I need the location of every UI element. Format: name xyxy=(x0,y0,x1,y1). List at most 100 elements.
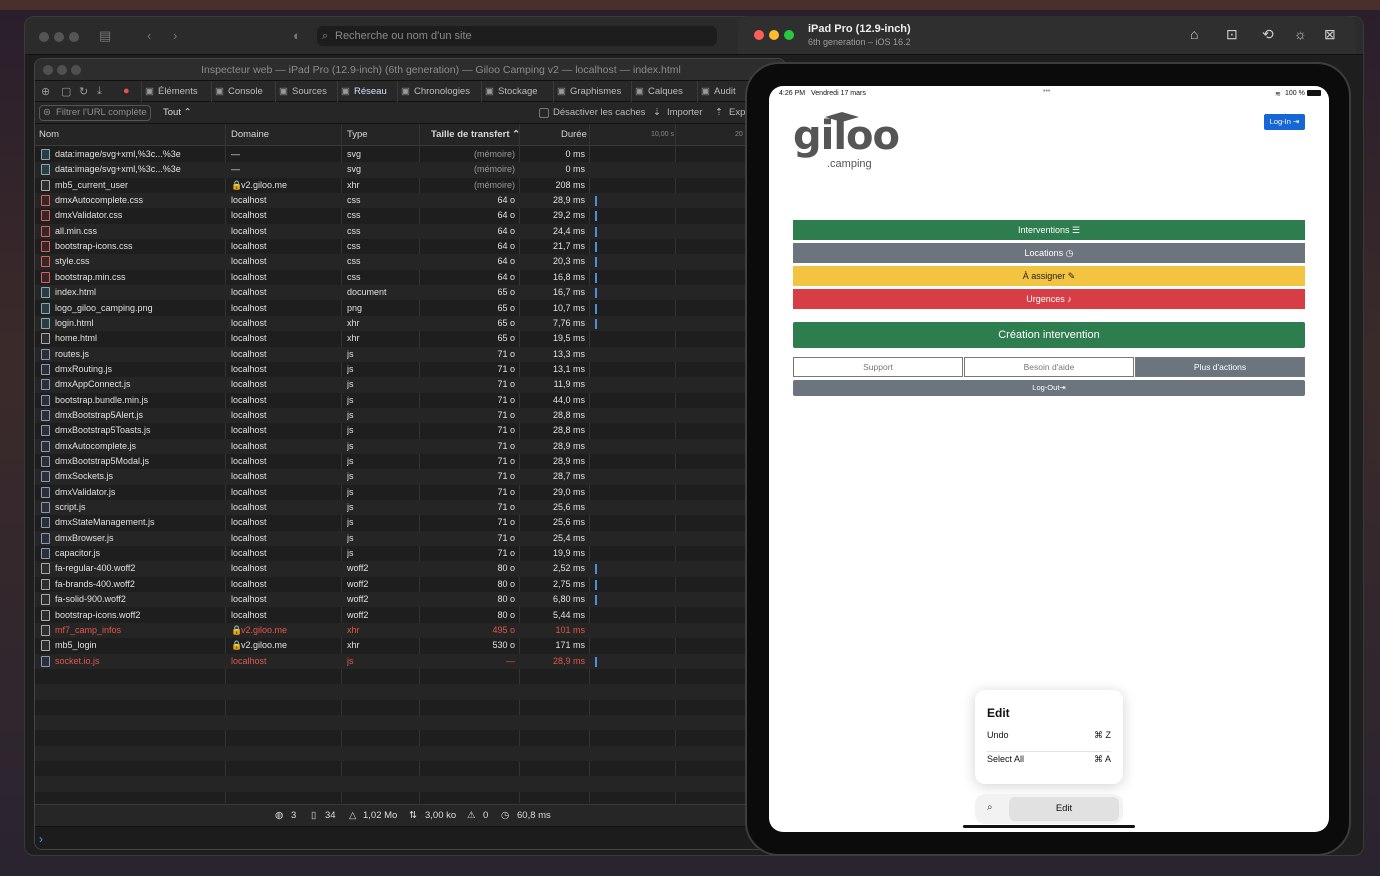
table-row[interactable]: dmxAutocomplete.css localhost css 64 o 28,9 … xyxy=(35,193,785,209)
table-row[interactable]: capacitor.js localhost js 71 o 19,9 ms xyxy=(35,546,785,561)
table-row[interactable]: data:image/svg+xml,%3c...%3e — svg (mémoire… xyxy=(35,162,785,178)
table-row[interactable]: dmxBootstrap5Alert.js localhost js 71 o 28,8… xyxy=(35,407,785,424)
forward-icon[interactable]: › xyxy=(173,28,177,43)
zoom-dot[interactable] xyxy=(69,32,79,42)
error-icon[interactable]: ● xyxy=(123,85,130,97)
import-button[interactable]: Importer xyxy=(667,105,702,121)
help-button[interactable]: Besoin d'aide xyxy=(964,357,1134,377)
tab-audit[interactable]: ▣ Audit xyxy=(697,81,736,102)
export-button[interactable]: Exp xyxy=(729,105,745,121)
select-all-menu-item[interactable]: Select All ⌘ A xyxy=(987,748,1111,770)
tab-sources[interactable]: ▣ Sources xyxy=(275,81,327,102)
login-button[interactable]: Log-In ⇥ xyxy=(1264,114,1305,130)
file-icon xyxy=(41,440,50,452)
close-dot[interactable] xyxy=(43,65,53,75)
target-icon[interactable]: ⊕ xyxy=(41,85,50,98)
close-icon[interactable]: ⊠ xyxy=(1324,26,1336,43)
col-duration[interactable]: Durée xyxy=(557,124,587,146)
home-indicator[interactable] xyxy=(963,825,1135,828)
table-row[interactable]: bootstrap.bundle.min.js localhost js 71 o 44… xyxy=(35,393,785,408)
table-row[interactable]: bootstrap-icons.woff2 localhost woff2 80 o 5… xyxy=(35,608,785,623)
waterfall-bar xyxy=(595,211,597,222)
graphics-icon: ▣ xyxy=(557,86,566,97)
back-icon[interactable]: ‹ xyxy=(147,28,151,43)
table-row[interactable]: bootstrap-icons.css localhost css 64 o 21,7 … xyxy=(35,239,785,254)
close-dot[interactable] xyxy=(39,32,49,42)
export-icon[interactable]: ⇡ xyxy=(715,105,723,121)
more-actions-button[interactable]: Plus d'actions xyxy=(1135,357,1305,377)
table-row[interactable]: script.js localhost js 71 o 25,6 ms xyxy=(35,500,785,516)
table-row[interactable]: mb5_login 🔒 v2.giloo.me xhr 530 o 171 ms xyxy=(35,638,785,653)
table-row[interactable]: dmxSockets.js localhost js 71 o 28,7 ms xyxy=(35,469,785,485)
reload-icon[interactable]: ↻ xyxy=(79,85,88,98)
zoom-dot[interactable] xyxy=(71,65,81,75)
console-prompt[interactable]: › xyxy=(35,826,785,849)
tab-reseau[interactable]: ▣ Réseau xyxy=(337,81,387,102)
table-row[interactable]: home.html localhost xhr 65 o 19,5 ms xyxy=(35,331,785,346)
col-domain[interactable]: Domaine xyxy=(227,124,269,146)
table-row[interactable]: index.html localhost document 65 o 16,7 ms xyxy=(35,285,785,301)
col-name[interactable]: Nom xyxy=(35,124,59,146)
table-row[interactable]: login.html localhost xhr 65 o 7,76 ms xyxy=(35,315,785,332)
table-row[interactable]: dmxBrowser.js localhost js 71 o 25,4 ms xyxy=(35,530,785,547)
minimize-dot[interactable] xyxy=(57,65,67,75)
table-row[interactable]: fa-brands-400.woff2 localhost woff2 80 o 2,7… xyxy=(35,577,785,592)
empty-row xyxy=(35,761,785,776)
minimize-dot[interactable] xyxy=(769,30,779,40)
table-row[interactable]: style.css localhost css 64 o 20,3 ms xyxy=(35,254,785,270)
url-filter-input[interactable]: ⊜ Filtrer l'URL complète xyxy=(39,105,151,121)
table-row[interactable]: routes.js localhost js 71 o 13,3 ms xyxy=(35,346,785,362)
download-icon[interactable]: ⤓ xyxy=(97,85,102,98)
logout-button[interactable]: Log-Out⇥ xyxy=(793,380,1305,396)
search-icon[interactable]: ⌕ xyxy=(987,802,993,813)
window-icon[interactable]: ▢ xyxy=(61,85,71,98)
table-row[interactable]: socket.io.js localhost js — 28,9 ms xyxy=(35,653,785,669)
close-dot[interactable] xyxy=(754,30,764,40)
home-icon[interactable]: ⌂ xyxy=(1190,26,1198,42)
table-row[interactable]: dmxAutocomplete.js localhost js 71 o 28,9 ms xyxy=(35,438,785,454)
import-icon[interactable]: ⇣ xyxy=(653,105,661,121)
nav-button-3[interactable]: Urgences ♪ xyxy=(793,289,1305,309)
rotate-icon[interactable]: ⟲ xyxy=(1262,26,1274,43)
table-row[interactable]: dmxRouting.js localhost js 71 o 13,1 ms xyxy=(35,362,785,377)
table-row[interactable]: fa-solid-900.woff2 localhost woff2 80 o 6,80… xyxy=(35,592,785,608)
screenshot-icon[interactable]: ⊡ xyxy=(1226,26,1238,43)
multitask-dots[interactable]: ••• xyxy=(1043,88,1050,95)
table-row[interactable]: all.min.css localhost css 64 o 24,4 ms xyxy=(35,223,785,240)
disable-cache-checkbox[interactable] xyxy=(539,108,549,118)
zoom-dot[interactable] xyxy=(784,30,794,40)
undo-menu-item[interactable]: Undo ⌘ Z xyxy=(987,724,1111,746)
table-row[interactable]: dmxValidator.js localhost js 71 o 29,0 ms xyxy=(35,485,785,500)
nav-button-0[interactable]: Interventions ☰ xyxy=(793,220,1305,240)
edit-menu-button[interactable]: Edit xyxy=(1009,797,1119,821)
tab-elements[interactable]: ▣ Éléments xyxy=(141,81,198,102)
table-row[interactable]: dmxStateManagement.js localhost js 71 o 25,6… xyxy=(35,515,785,530)
table-row[interactable]: dmxValidator.css localhost css 64 o 29,2 ms xyxy=(35,208,785,223)
address-bar[interactable]: ⌕ Recherche ou nom d'un site xyxy=(317,26,717,46)
tab-stockage[interactable]: ▣ Stockage xyxy=(481,81,538,102)
tab-console[interactable]: ▣ Console xyxy=(211,81,263,102)
minimize-dot[interactable] xyxy=(54,32,64,42)
create-intervention-button[interactable]: Création intervention xyxy=(793,322,1305,348)
tab-chronologies[interactable]: ▣ Chronologies xyxy=(397,81,470,102)
tab-calques[interactable]: ▣ Calques xyxy=(631,81,683,102)
table-row[interactable]: fa-regular-400.woff2 localhost woff2 80 o 2,… xyxy=(35,561,785,577)
type-filter-select[interactable]: Tout ⌃ xyxy=(163,105,192,121)
table-row[interactable]: mb5_current_user 🔒 v2.giloo.me xhr (mémoire)… xyxy=(35,178,785,193)
table-row[interactable]: mf7_camp_infos 🔒 v2.giloo.me xhr 495 o 101 ms xyxy=(35,622,785,639)
table-row[interactable]: logo_giloo_camping.png localhost png 65 o 10… xyxy=(35,301,785,316)
appearance-icon[interactable]: ☼ xyxy=(1294,26,1307,42)
table-row[interactable]: dmxBootstrap5Modal.js localhost js 71 o 28,9… xyxy=(35,454,785,469)
table-row[interactable]: bootstrap.min.css localhost css 64 o 16,8 ms xyxy=(35,270,785,285)
table-row[interactable]: dmxBootstrap5Toasts.js localhost js 71 o 28,… xyxy=(35,423,785,438)
table-row[interactable]: dmxAppConnect.js localhost js 71 o 11,9 ms xyxy=(35,377,785,393)
col-transfer-size[interactable]: Taille de transfert ⌃ xyxy=(427,124,520,146)
nav-button-2[interactable]: À assigner ✎ xyxy=(793,266,1305,286)
request-duration: 16,8 ms xyxy=(552,271,585,282)
nav-button-1[interactable]: Locations ◷ xyxy=(793,243,1305,263)
support-button[interactable]: Support xyxy=(793,357,963,377)
tab-graphismes[interactable]: ▣ Graphismes xyxy=(553,81,621,102)
sidebar-icon[interactable]: ▤ xyxy=(99,28,111,44)
col-type[interactable]: Type xyxy=(343,124,368,146)
table-row[interactable]: data:image/svg+xml,%3c...%3e — svg (mémoire… xyxy=(35,147,785,162)
